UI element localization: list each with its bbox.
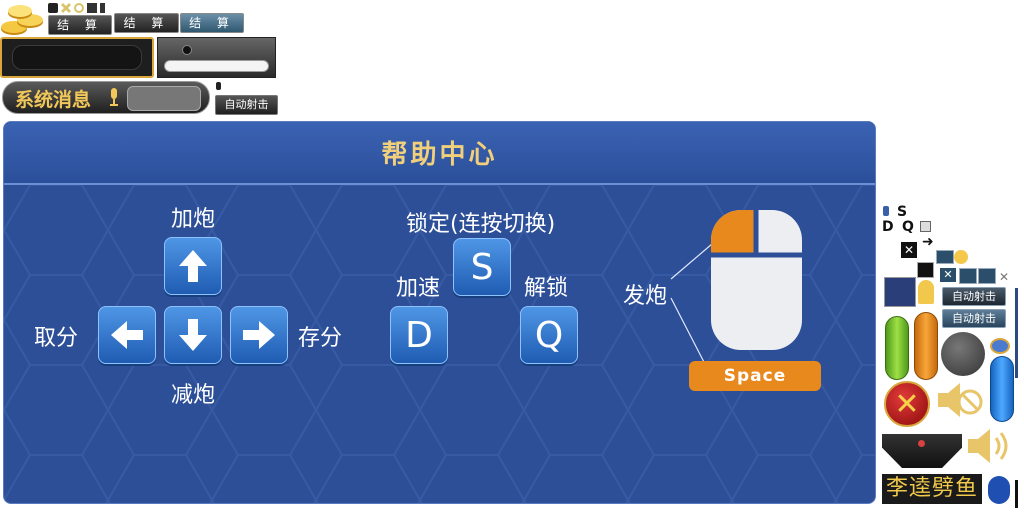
marker-icon bbox=[216, 82, 221, 90]
mouse-icon bbox=[711, 210, 802, 350]
ring-icon bbox=[74, 3, 84, 13]
settle-button[interactable]: 结 算 bbox=[48, 15, 112, 35]
settle-button-active[interactable]: 结 算 bbox=[180, 13, 244, 33]
mini-icon-strip bbox=[48, 2, 110, 14]
gold-frame-panel bbox=[0, 37, 154, 78]
settle-button-hover[interactable]: 结 算 bbox=[114, 13, 179, 33]
auto-fire-button[interactable]: 自动射击 bbox=[215, 95, 278, 115]
window-button[interactable] bbox=[917, 262, 934, 278]
divider bbox=[1015, 480, 1018, 508]
minimize-button[interactable] bbox=[959, 268, 977, 284]
close-icon: ✕ bbox=[999, 270, 1010, 284]
q-letter: Q bbox=[902, 219, 914, 235]
medal-icon bbox=[918, 280, 934, 304]
cannon-base bbox=[882, 434, 962, 468]
close-round-button[interactable]: ✕ bbox=[884, 381, 930, 427]
microphone-icon bbox=[110, 88, 118, 106]
auto-fire-button[interactable]: 自动射击 bbox=[942, 287, 1006, 306]
auto-fire-button-active[interactable]: 自动射击 bbox=[942, 309, 1006, 328]
message-input[interactable] bbox=[127, 86, 201, 111]
scrollbar-track[interactable] bbox=[1015, 288, 1018, 378]
text-field[interactable] bbox=[164, 60, 269, 72]
square-icon bbox=[87, 3, 97, 13]
minimize-button[interactable] bbox=[936, 250, 954, 264]
hint-icon bbox=[954, 250, 968, 264]
arrow-right-icon: ➜ bbox=[922, 234, 934, 250]
orange-pill-button[interactable] bbox=[914, 312, 938, 380]
window-icon bbox=[920, 221, 931, 232]
gray-round-button[interactable] bbox=[941, 332, 985, 376]
blue-dot-button[interactable] bbox=[988, 476, 1010, 504]
close-button[interactable]: ✕ bbox=[940, 268, 956, 282]
mute-speaker-icon[interactable] bbox=[936, 380, 986, 420]
d-letter: D bbox=[882, 219, 894, 235]
green-pill-button[interactable] bbox=[885, 316, 909, 380]
speaker-icon[interactable] bbox=[966, 426, 1016, 466]
system-message-label: 系统消息 bbox=[15, 89, 92, 111]
close-icon bbox=[61, 3, 71, 13]
system-message-bar: 系统消息 bbox=[2, 81, 210, 114]
bar-icon bbox=[100, 3, 105, 13]
s-letter: S bbox=[897, 204, 908, 220]
dot-icon bbox=[182, 45, 192, 55]
gold-coins-icon bbox=[0, 2, 46, 36]
fish-game-name: 李逵劈鱼 bbox=[882, 474, 982, 504]
square-icon bbox=[48, 3, 58, 13]
input-panel bbox=[157, 37, 276, 78]
avatar bbox=[884, 277, 916, 307]
close-button[interactable]: ✕ bbox=[901, 242, 917, 258]
coin-icon bbox=[990, 338, 1010, 354]
restore-button[interactable] bbox=[978, 268, 996, 284]
space-key: Space bbox=[689, 361, 821, 391]
small-marker-icon bbox=[883, 206, 889, 216]
blue-pill-button[interactable] bbox=[990, 356, 1014, 422]
help-center-dialog: 帮助中心 加炮 取分 存分 减炮 锁定(连按切换) S 加速 D 解锁 Q 发炮 bbox=[3, 121, 876, 504]
